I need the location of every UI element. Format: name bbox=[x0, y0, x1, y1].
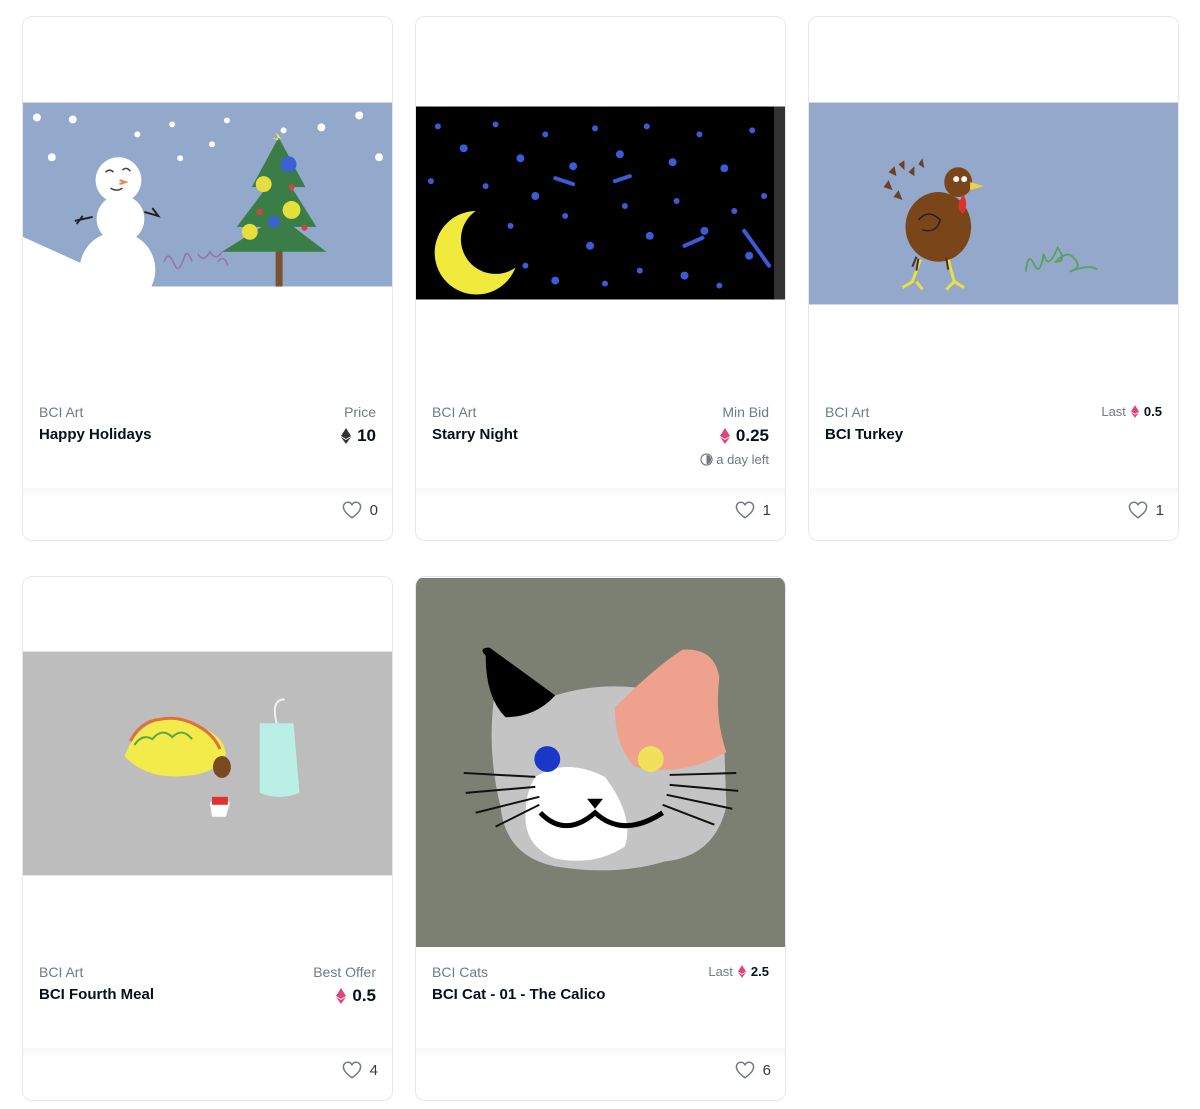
nft-card-bci-turkey[interactable]: BCI Art BCI Turkey Last 0.5 1 bbox=[808, 16, 1179, 541]
nft-image-container[interactable] bbox=[23, 577, 392, 948]
card-info: BCI Art Starry Night Min Bid 0.25 a day … bbox=[416, 388, 785, 490]
price-value: 0.25 bbox=[719, 426, 769, 446]
collection-name[interactable]: BCI Art bbox=[39, 404, 83, 420]
favorite-count: 1 bbox=[762, 501, 771, 519]
eth-pink-icon bbox=[1130, 405, 1139, 418]
price-value: 10 bbox=[341, 426, 376, 446]
nft-card-starry-night[interactable]: BCI Art Starry Night Min Bid 0.25 a day … bbox=[415, 16, 786, 541]
nft-image-container[interactable] bbox=[23, 17, 392, 388]
card-info: BCI Cats BCI Cat - 01 - The Calico Last … bbox=[416, 948, 785, 1050]
nft-artwork-calico-cat bbox=[416, 578, 785, 947]
price-value: 0.5 bbox=[336, 986, 376, 1006]
price-label: Best Offer bbox=[313, 964, 376, 980]
nft-artwork-starry-night bbox=[416, 106, 785, 300]
collection-name[interactable]: BCI Art bbox=[39, 964, 83, 980]
heart-icon[interactable] bbox=[1128, 501, 1148, 519]
eth-pink-icon bbox=[737, 965, 746, 978]
card-info: BCI Art Happy Holidays Price 10 bbox=[23, 388, 392, 490]
card-info: BCI Art BCI Turkey Last 0.5 bbox=[809, 388, 1178, 490]
favorite-count: 1 bbox=[1155, 501, 1164, 519]
card-footer: 0 bbox=[23, 488, 392, 540]
eth-black-icon bbox=[341, 428, 352, 444]
collection-name[interactable]: BCI Art bbox=[432, 404, 476, 420]
heart-icon[interactable] bbox=[342, 1061, 362, 1079]
favorite-button[interactable]: 6 bbox=[735, 1061, 771, 1079]
favorite-count: 0 bbox=[369, 501, 378, 519]
nft-artwork-fourth-meal bbox=[23, 651, 392, 876]
card-footer: 6 bbox=[416, 1048, 785, 1100]
card-footer: 4 bbox=[23, 1048, 392, 1100]
price-amount: 0.5 bbox=[352, 986, 376, 1005]
price-label: Min Bid bbox=[722, 404, 769, 420]
eth-pink-icon bbox=[336, 988, 347, 1004]
last-sale: Last 2.5 bbox=[708, 964, 769, 979]
nft-title[interactable]: BCI Fourth Meal bbox=[39, 986, 154, 1003]
last-sale-label: Last bbox=[708, 964, 733, 979]
heart-icon[interactable] bbox=[342, 501, 362, 519]
price-label: Price bbox=[344, 404, 376, 420]
last-sale-price: 0.5 bbox=[1143, 404, 1162, 419]
nft-title[interactable]: BCI Cat - 01 - The Calico bbox=[432, 986, 605, 1003]
nft-image-container[interactable] bbox=[416, 577, 785, 948]
favorite-button[interactable]: 1 bbox=[735, 501, 771, 519]
price-amount: 10 bbox=[357, 426, 376, 445]
time-left-text: a day left bbox=[716, 452, 769, 467]
card-footer: 1 bbox=[416, 488, 785, 540]
price-amount: 0.25 bbox=[735, 426, 769, 445]
nft-image-container[interactable] bbox=[416, 17, 785, 388]
nft-artwork-turkey bbox=[809, 102, 1178, 305]
favorite-count: 6 bbox=[762, 1061, 771, 1079]
clock-icon bbox=[700, 453, 713, 466]
nft-card-bci-fourth-meal[interactable]: BCI Art BCI Fourth Meal Best Offer 0.5 4 bbox=[22, 576, 393, 1101]
last-sale-label: Last bbox=[1101, 404, 1126, 419]
nft-image-container[interactable] bbox=[809, 17, 1178, 388]
nft-title[interactable]: BCI Turkey bbox=[825, 426, 903, 443]
card-info: BCI Art BCI Fourth Meal Best Offer 0.5 bbox=[23, 948, 392, 1050]
last-sale-price: 2.5 bbox=[750, 964, 769, 979]
collection-name[interactable]: BCI Art bbox=[825, 404, 869, 420]
last-sale: Last 0.5 bbox=[1101, 404, 1162, 419]
favorite-button[interactable]: 1 bbox=[1128, 501, 1164, 519]
nft-title[interactable]: Happy Holidays bbox=[39, 426, 152, 443]
card-footer: 1 bbox=[809, 488, 1178, 540]
eth-pink-icon bbox=[719, 428, 730, 444]
nft-artwork-snowman bbox=[23, 102, 392, 305]
collection-name[interactable]: BCI Cats bbox=[432, 964, 488, 980]
nft-title[interactable]: Starry Night bbox=[432, 426, 518, 443]
favorite-count: 4 bbox=[369, 1061, 378, 1079]
favorite-button[interactable]: 0 bbox=[342, 501, 378, 519]
heart-icon[interactable] bbox=[735, 1061, 755, 1079]
favorite-button[interactable]: 4 bbox=[342, 1061, 378, 1079]
auction-time-left: a day left bbox=[700, 452, 769, 467]
nft-card-bci-cat-calico[interactable]: BCI Cats BCI Cat - 01 - The Calico Last … bbox=[415, 576, 786, 1101]
nft-card-happy-holidays[interactable]: BCI Art Happy Holidays Price 10 0 bbox=[22, 16, 393, 541]
heart-icon[interactable] bbox=[735, 501, 755, 519]
